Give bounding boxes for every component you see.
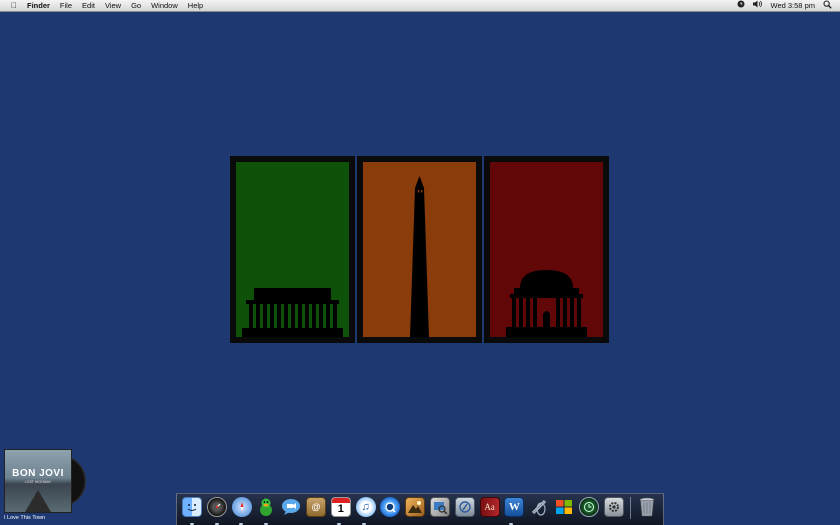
album-subtitle: LOST HIGHWAY — [24, 480, 52, 484]
windows-logo-icon[interactable] — [554, 497, 574, 517]
itunes-icon[interactable]: ♫ — [355, 497, 376, 517]
lincoln-memorial-background — [236, 162, 349, 337]
lincoln-memorial-panel — [230, 156, 355, 343]
address-book-icon[interactable]: @ — [305, 497, 326, 517]
menubar-clock[interactable]: Wed 3:58 pm — [771, 0, 815, 11]
time-machine-icon[interactable] — [737, 0, 745, 11]
adium-duck-icon[interactable] — [256, 497, 276, 517]
washington-monument-background — [363, 162, 476, 337]
system-preferences-icon[interactable] — [603, 497, 624, 517]
dock: @ 1 ♫ Aa W — [176, 493, 664, 525]
washington-monument-panel — [357, 156, 482, 343]
preview-icon[interactable] — [429, 497, 450, 517]
iphoto-icon[interactable] — [405, 497, 426, 517]
volume-icon[interactable] — [752, 0, 763, 11]
menu-finder[interactable]: Finder — [27, 0, 50, 11]
dictionary-label: Aa — [484, 502, 495, 512]
directory-utility-icon[interactable] — [454, 497, 475, 517]
album-artist: BON JOVI — [12, 468, 64, 479]
dock-separator — [630, 497, 632, 519]
road-image — [25, 490, 51, 512]
now-playing-widget[interactable]: BON JOVI LOST HIGHWAY I Love This Town — [4, 449, 86, 521]
menu-help[interactable]: Help — [188, 0, 203, 11]
menu-window[interactable]: Window — [151, 0, 178, 11]
ichat-icon[interactable] — [281, 497, 301, 517]
jefferson-memorial-background — [490, 162, 603, 337]
finder-icon[interactable] — [182, 497, 202, 517]
word-icon[interactable]: W — [504, 497, 525, 517]
album-cover[interactable]: BON JOVI LOST HIGHWAY — [4, 449, 72, 513]
washington-monument-silhouette — [410, 176, 429, 337]
track-title: I Love This Town — [4, 515, 46, 521]
script-editor-icon[interactable] — [529, 497, 549, 517]
menu-file[interactable]: File — [60, 0, 72, 11]
menu-view[interactable]: View — [105, 0, 121, 11]
jefferson-memorial-panel — [484, 156, 609, 343]
ical-icon[interactable]: 1 — [330, 497, 351, 517]
menu-bar:  Finder File Edit View Go Window Help W… — [0, 0, 840, 12]
menu-edit[interactable]: Edit — [82, 0, 95, 11]
safari-icon[interactable] — [231, 497, 252, 517]
dashboard-icon[interactable] — [206, 497, 227, 517]
dictionary-icon[interactable]: Aa — [479, 497, 500, 517]
trash-icon[interactable] — [637, 497, 657, 517]
lincoln-memorial-silhouette — [242, 288, 343, 337]
menu-go[interactable]: Go — [131, 0, 141, 11]
jefferson-memorial-silhouette — [506, 270, 587, 337]
quicktime-icon[interactable] — [380, 497, 401, 517]
apple-logo-icon[interactable]:  — [9, 0, 19, 11]
spotlight-search-icon[interactable] — [823, 0, 832, 12]
ical-date: 1 — [337, 503, 344, 515]
time-machine-icon[interactable] — [578, 497, 599, 517]
